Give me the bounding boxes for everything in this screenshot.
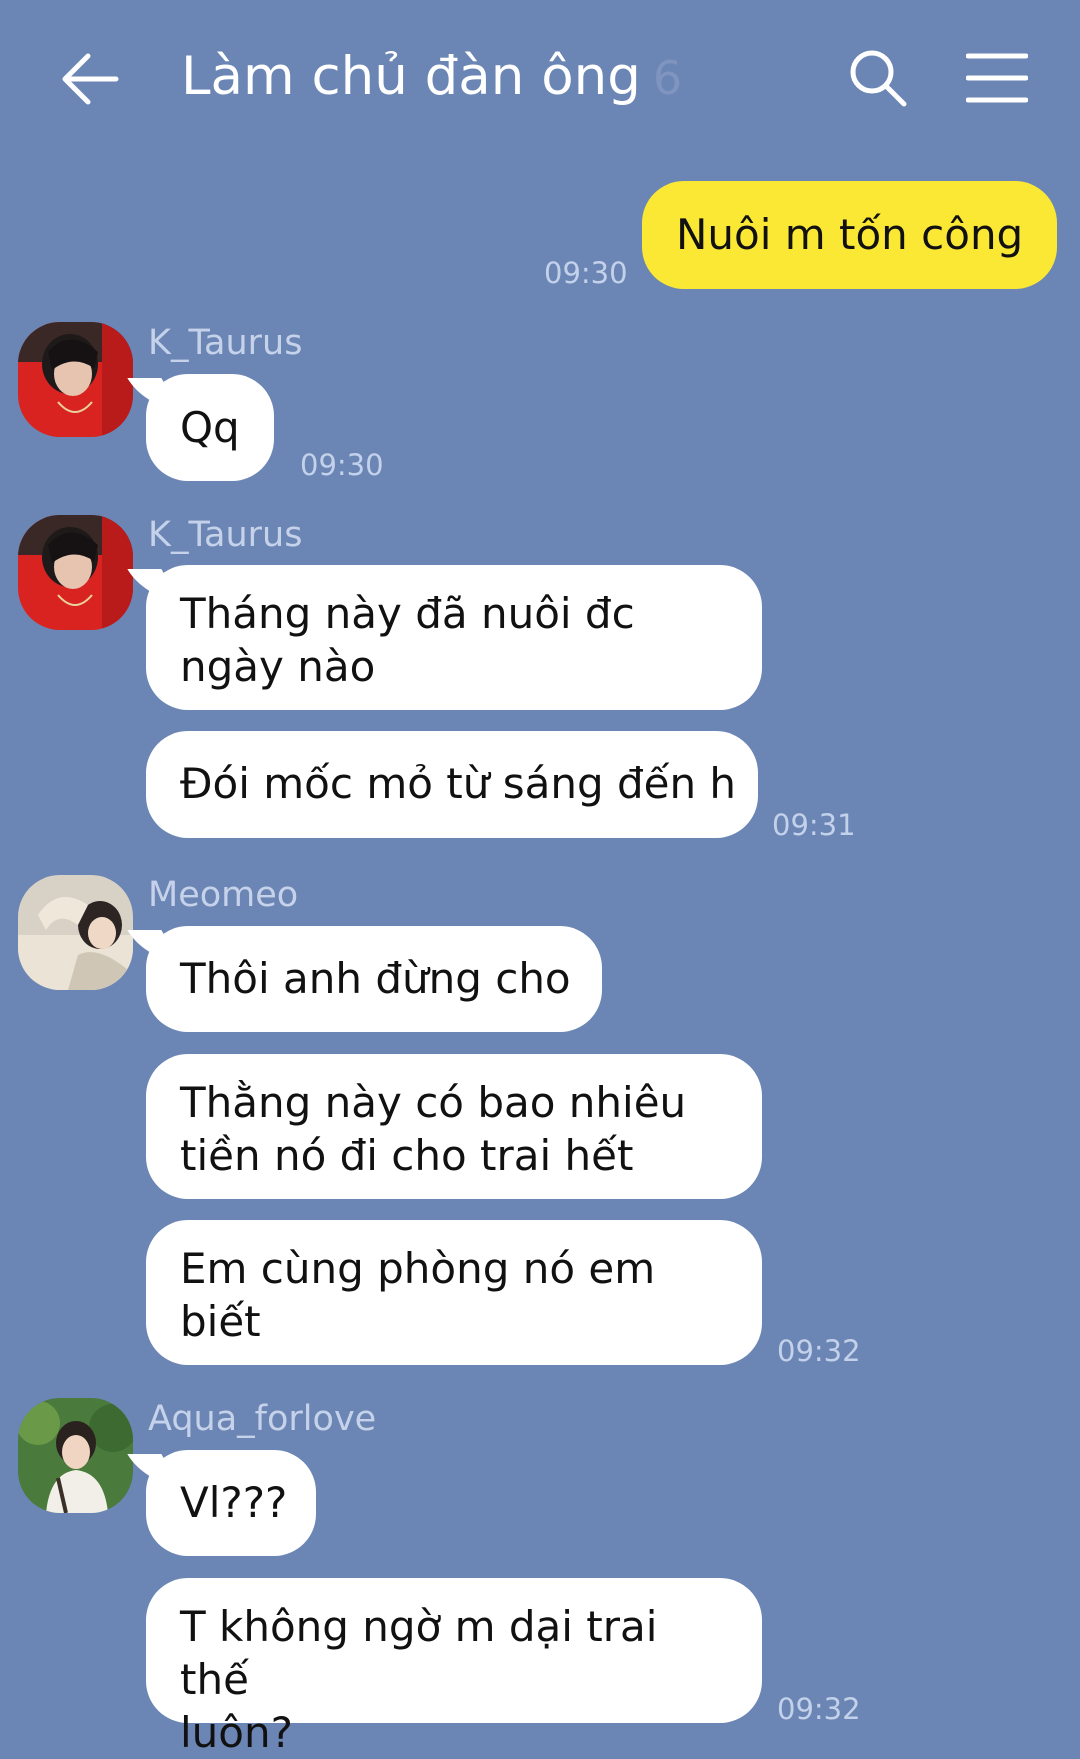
message-bubble[interactable]: T không ngờ m dại trai thế luôn?: [146, 1578, 762, 1757]
avatar-aqua-forlove[interactable]: [18, 1398, 133, 1513]
my-message-bubble[interactable]: Nuôi m tốn công: [642, 181, 1058, 289]
message-bubble[interactable]: Vl???: [146, 1450, 316, 1556]
message-bubble[interactable]: Qq: [146, 374, 274, 481]
message-bubble[interactable]: Đói mốc mỏ từ sáng đến h: [146, 731, 758, 838]
chat-title: Làm chủ đàn ông 6: [181, 46, 682, 107]
profile-photo-icon: [18, 322, 133, 437]
back-button[interactable]: [58, 44, 120, 114]
sender-name: Meomeo: [148, 875, 299, 915]
search-button[interactable]: [848, 48, 908, 108]
message-time: 09:30: [544, 256, 628, 290]
sender-name: Aqua_forlove: [148, 1399, 377, 1439]
search-icon: [850, 50, 907, 107]
profile-photo-icon: [18, 515, 133, 630]
message-time: 09:32: [777, 1692, 861, 1726]
sender-name: K_Taurus: [148, 515, 303, 555]
message-bubble[interactable]: Tháng này đã nuôi đc ngày nào: [146, 565, 762, 710]
avatar-k-taurus[interactable]: [18, 322, 133, 437]
chat-header: Làm chủ đàn ông 6: [0, 0, 1080, 170]
message-bubble[interactable]: Thôi anh đừng cho: [146, 926, 602, 1032]
message-time: 09:32: [777, 1334, 861, 1368]
arrow-left-icon: [62, 53, 119, 105]
profile-photo-icon: [18, 875, 133, 990]
avatar-k-taurus[interactable]: [18, 515, 133, 630]
message-bubble[interactable]: Em cùng phòng nó em biết: [146, 1220, 762, 1365]
chat-title-text: Làm chủ đàn ông: [181, 46, 641, 107]
message-bubble[interactable]: Thằng này có bao nhiêu tiền nó đi cho tr…: [146, 1054, 762, 1199]
message-time: 09:31: [772, 808, 856, 842]
member-count: 6: [652, 51, 683, 105]
profile-photo-icon: [18, 1398, 133, 1513]
menu-button[interactable]: [965, 50, 1029, 106]
message-time: 09:30: [300, 448, 384, 482]
avatar-meomeo[interactable]: [18, 875, 133, 990]
sender-name: K_Taurus: [148, 323, 303, 363]
hamburger-menu-icon: [965, 53, 1029, 103]
